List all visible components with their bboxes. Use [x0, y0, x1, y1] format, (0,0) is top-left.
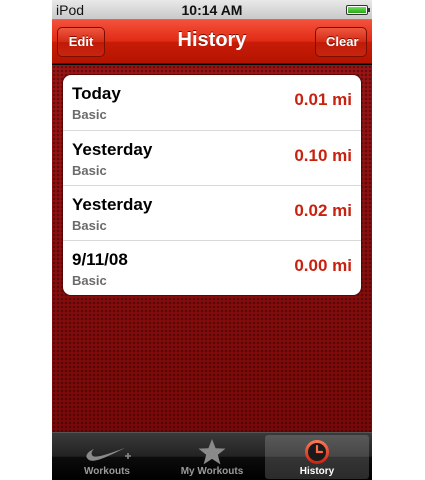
- clock-label: 10:14 AM: [181, 2, 243, 18]
- workout-distance: 0.02 mi: [294, 201, 352, 220]
- nike-plus-icon: [55, 438, 159, 466]
- workout-distance: 0.10 mi: [294, 146, 352, 165]
- tab-label: My Workouts: [180, 466, 244, 477]
- workout-type: Basic: [72, 218, 107, 233]
- device-screen: iPod 10:14 AM Edit History Clear Today B…: [52, 0, 372, 480]
- navigation-bar: Edit History Clear: [52, 20, 372, 64]
- history-row[interactable]: Today Basic 0.01 mi: [63, 75, 361, 130]
- star-icon: [160, 438, 264, 466]
- workout-distance: 0.01 mi: [294, 90, 352, 109]
- workout-date: 9/11/08: [72, 250, 128, 269]
- status-bar: iPod 10:14 AM: [52, 0, 372, 20]
- workout-distance: 0.00 mi: [294, 256, 352, 275]
- battery-icon: [346, 5, 370, 15]
- tab-label: History: [299, 466, 335, 477]
- tab-my-workouts[interactable]: My Workouts: [160, 435, 264, 479]
- content-area: Today Basic 0.01 mi Yesterday Basic 0.10…: [52, 65, 372, 432]
- workout-date: Yesterday: [72, 195, 153, 214]
- workout-type: Basic: [72, 107, 107, 122]
- history-row[interactable]: Yesterday Basic 0.10 mi: [63, 130, 361, 185]
- history-list: Today Basic 0.01 mi Yesterday Basic 0.10…: [62, 74, 362, 296]
- workout-type: Basic: [72, 273, 107, 288]
- workout-date: Yesterday: [72, 140, 153, 159]
- tab-workouts[interactable]: Workouts: [55, 435, 159, 479]
- workout-type: Basic: [72, 163, 107, 178]
- tab-label: Workouts: [84, 466, 130, 477]
- history-row[interactable]: Yesterday Basic 0.02 mi: [63, 185, 361, 240]
- tab-bar: Workouts My Workouts History: [52, 432, 372, 480]
- clear-button[interactable]: Clear: [315, 27, 367, 57]
- history-row[interactable]: 9/11/08 Basic 0.00 mi: [63, 240, 361, 295]
- workout-date: Today: [72, 84, 121, 103]
- clock-icon: [265, 438, 369, 466]
- tab-history[interactable]: History: [265, 435, 369, 479]
